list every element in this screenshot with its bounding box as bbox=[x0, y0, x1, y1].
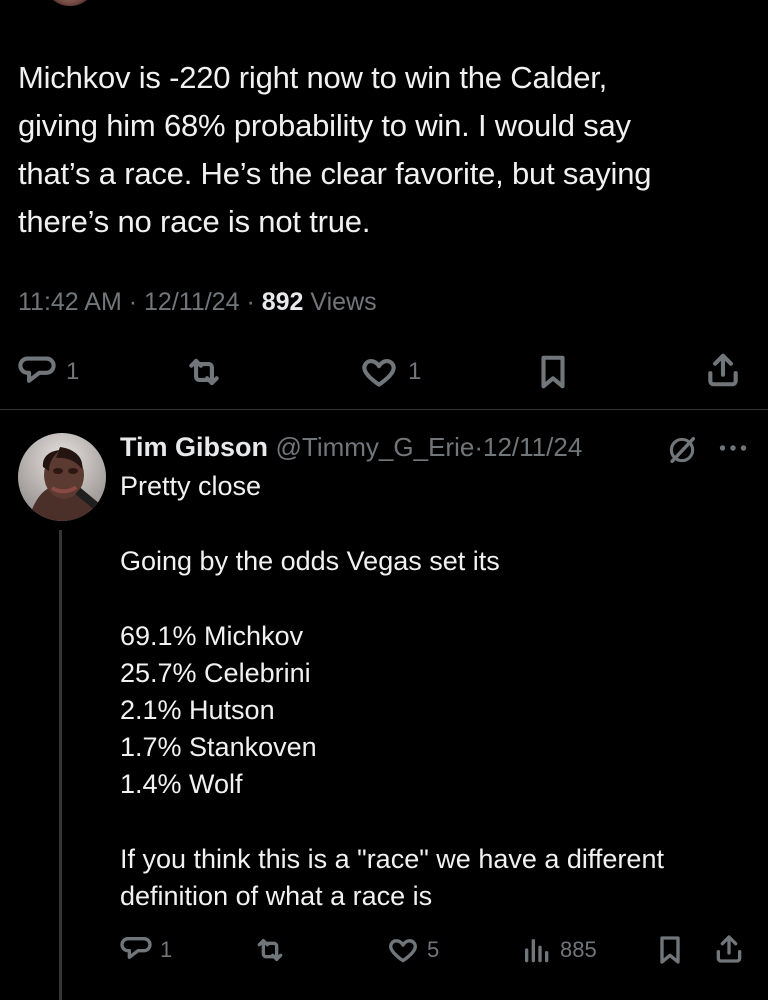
bookmark-icon bbox=[660, 936, 680, 964]
tweet-action-bar: 1 1 bbox=[0, 347, 768, 399]
reply-icon bbox=[18, 356, 56, 383]
reply-date[interactable]: 12/11/24 bbox=[483, 432, 582, 462]
reply-header-separator: · bbox=[474, 432, 483, 462]
reply-author-name[interactable]: Tim Gibson bbox=[120, 432, 268, 462]
heart-icon bbox=[362, 359, 396, 387]
reply-paragraph: Pretty close bbox=[120, 471, 262, 501]
main-tweet-text: Michkov is -220 right now to win the Cal… bbox=[18, 60, 652, 239]
bookmark-button[interactable] bbox=[534, 353, 572, 391]
views-count: 892 bbox=[261, 288, 304, 316]
reply-button[interactable]: 1 bbox=[18, 353, 79, 391]
tweet-date[interactable]: 12/11/24 bbox=[144, 288, 239, 316]
reply-repost-button[interactable] bbox=[254, 934, 286, 966]
like-button[interactable]: 1 bbox=[360, 353, 421, 391]
repost-icon bbox=[257, 939, 283, 961]
reply-paragraph: If you think this is a "race" we have a … bbox=[120, 844, 664, 911]
reply-paragraph: Going by the odds Vegas set its bbox=[120, 546, 500, 576]
reply-text: Pretty close Going by the odds Vegas set… bbox=[120, 468, 740, 953]
repost-button[interactable] bbox=[185, 353, 223, 391]
reply-count: 1 bbox=[66, 358, 80, 385]
meta-separator: · bbox=[128, 288, 138, 316]
tweet-meta: 11:42 AM · 12/11/24 · 892 Views bbox=[18, 286, 377, 318]
views-chart-icon bbox=[525, 939, 549, 963]
heart-icon bbox=[389, 939, 417, 963]
repost-icon bbox=[189, 358, 219, 386]
grok-icon[interactable] bbox=[665, 433, 699, 467]
avatar-image bbox=[18, 433, 106, 521]
share-icon bbox=[716, 935, 742, 963]
reply-like-button[interactable]: 5 bbox=[387, 934, 439, 966]
reply-tweet[interactable]: Tim Gibson @Timmy_G_Erie·12/11/24 Pretty… bbox=[0, 410, 768, 1000]
views-label: Views bbox=[310, 288, 377, 316]
reply-bookmark-button[interactable] bbox=[654, 934, 686, 966]
bookmark-icon bbox=[541, 355, 565, 389]
reply-action-bar: 1 5 885 bbox=[0, 930, 768, 976]
reply-like-count: 5 bbox=[427, 937, 440, 962]
reply-avatar[interactable] bbox=[18, 433, 106, 521]
reply-author-handle[interactable]: @Timmy_G_Erie bbox=[276, 432, 475, 462]
like-count: 1 bbox=[408, 358, 422, 385]
reply-share-button[interactable] bbox=[713, 933, 745, 965]
share-icon bbox=[708, 353, 738, 387]
more-icon[interactable] bbox=[715, 430, 751, 466]
reply-header: Tim Gibson @Timmy_G_Erie·12/11/24 bbox=[120, 429, 582, 465]
reply-reply-count: 1 bbox=[160, 937, 173, 962]
reply-views-count: 885 bbox=[560, 937, 597, 962]
reply-reply-button[interactable]: 1 bbox=[120, 934, 172, 966]
meta-separator: · bbox=[246, 288, 255, 316]
reply-odds-list: 69.1% Michkov 25.7% Celebrini 2.1% Hutso… bbox=[120, 621, 317, 799]
reply-icon bbox=[120, 937, 152, 959]
tweet-time[interactable]: 11:42 AM bbox=[18, 288, 122, 316]
reply-views-button[interactable]: 885 bbox=[520, 934, 597, 966]
share-button[interactable] bbox=[704, 351, 742, 389]
previous-avatar[interactable] bbox=[48, 0, 92, 6]
